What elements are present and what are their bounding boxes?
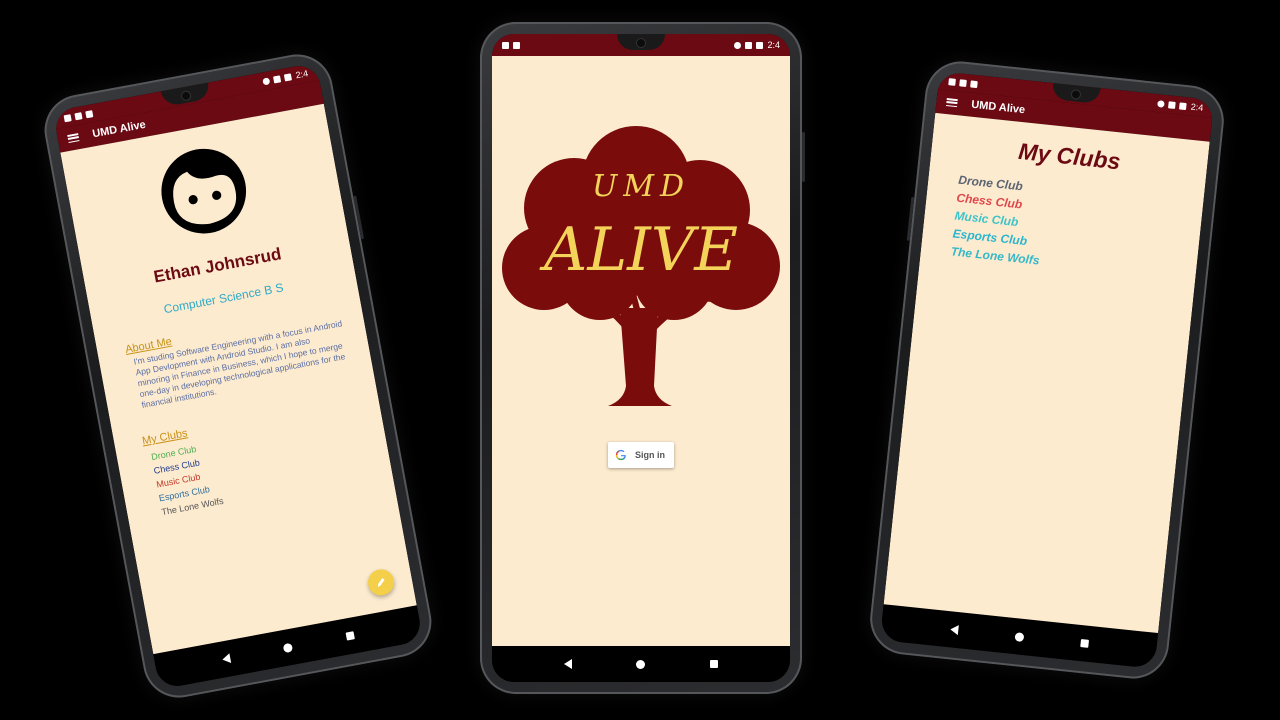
home-icon[interactable] [283,642,294,653]
camera-notch [1051,83,1101,104]
back-icon[interactable] [221,653,232,665]
back-icon[interactable] [564,659,573,669]
recents-icon[interactable] [345,631,355,641]
home-icon[interactable] [636,659,646,669]
login-screen: 2:4 UMD ALIVE Sign in [492,34,790,682]
status-time: 2:4 [767,40,780,50]
app-title: UMD Alive [970,98,1026,117]
umd-alive-tree-logo: UMD ALIVE [502,126,780,406]
home-icon[interactable] [1014,631,1024,642]
phone-my-clubs: 2:4 UMD Alive My Clubs Drone Club Chess … [866,57,1228,683]
login-content: UMD ALIVE Sign in [492,56,790,646]
phone-profile: 2:4 UMD Alive Ethan Johnsrud Computer Sc… [38,48,438,704]
pencil-icon [377,578,385,588]
profile-name: Ethan Johnsrud [152,244,283,287]
status-time: 2:4 [1190,101,1204,113]
status-bar: 2:4 [492,34,790,56]
edit-button[interactable] [365,567,397,598]
hamburger-icon[interactable] [67,133,80,143]
my-clubs-content: My Clubs Drone Club Chess Club Music Clu… [883,112,1210,634]
profile-content: Ethan Johnsrud Computer Science B S Abou… [60,103,417,655]
status-time: 2:4 [294,68,309,81]
google-sign-in-button[interactable]: Sign in [608,442,674,468]
google-g-icon [615,449,626,461]
recents-icon[interactable] [1079,638,1089,648]
profile-club-list: Drone Club Chess Club Music Club Esports… [150,408,393,519]
phone-login: 2:4 UMD ALIVE Sign in [480,22,805,694]
hamburger-icon[interactable] [946,98,958,108]
recents-icon[interactable] [709,660,718,668]
system-nav-bar [492,646,790,682]
profile-screen: 2:4 UMD Alive Ethan Johnsrud Computer Sc… [52,62,424,690]
logo-main-text: ALIVE [539,215,738,285]
face-icon [161,148,247,234]
back-icon[interactable] [949,624,959,636]
my-clubs-list: Drone Club Chess Club Music Club Esports… [950,171,1204,286]
logo-top-text: UMD [592,169,690,204]
my-clubs-screen: 2:4 UMD Alive My Clubs Drone Club Chess … [879,71,1215,669]
sign-in-label: Sign in [635,450,665,460]
camera-notch [617,34,665,50]
